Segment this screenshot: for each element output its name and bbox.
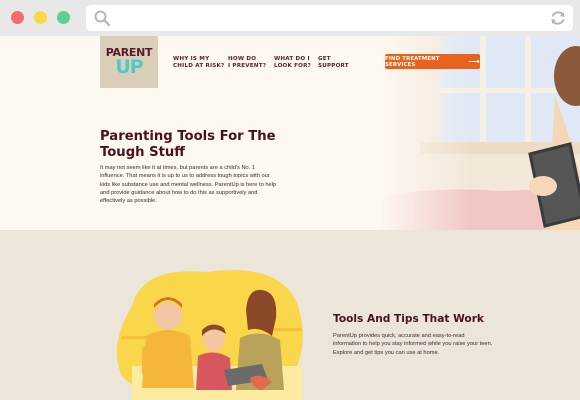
nav-how-prevent[interactable]: HOW DO I PREVENT? (228, 56, 266, 70)
hero-description: It may not seem like it at times, but pa… (100, 165, 277, 205)
tools-tips-section: Tools And Tips That Work ParentUp provid… (0, 230, 580, 400)
nav-get-support[interactable]: GET SUPPORT (318, 56, 349, 70)
address-bar[interactable] (86, 5, 573, 31)
nav-what-look-for[interactable]: WHAT DO I LOOK FOR? (274, 56, 311, 70)
nav-why-at-risk[interactable]: WHY IS MY CHILD AT RISK? (173, 56, 224, 70)
hero-title: Parenting Tools For The Tough Stuff (100, 129, 276, 160)
logo-text-up: UP (115, 56, 143, 78)
arrow-right-icon: ⟶ (468, 56, 480, 66)
cta-label: FIND TREATMENT SERVICES (385, 55, 440, 68)
hero-section: PARENT UP WHY IS MY CHILD AT RISK? HOW D… (0, 36, 580, 230)
window-maximize-button[interactable] (57, 11, 70, 24)
browser-toolbar (0, 0, 580, 36)
section-description: ParentUp provides quick, accurate and ea… (333, 333, 493, 356)
find-treatment-services-button[interactable]: FIND TREATMENT SERVICES ⟶ (385, 54, 480, 69)
section-title: Tools And Tips That Work (333, 313, 484, 325)
refresh-icon[interactable] (549, 9, 567, 27)
window-minimize-button[interactable] (34, 11, 47, 24)
window-close-button[interactable] (11, 11, 24, 24)
parentup-logo[interactable]: PARENT UP (100, 36, 158, 88)
search-icon (94, 10, 110, 26)
family-illustration (116, 270, 303, 400)
